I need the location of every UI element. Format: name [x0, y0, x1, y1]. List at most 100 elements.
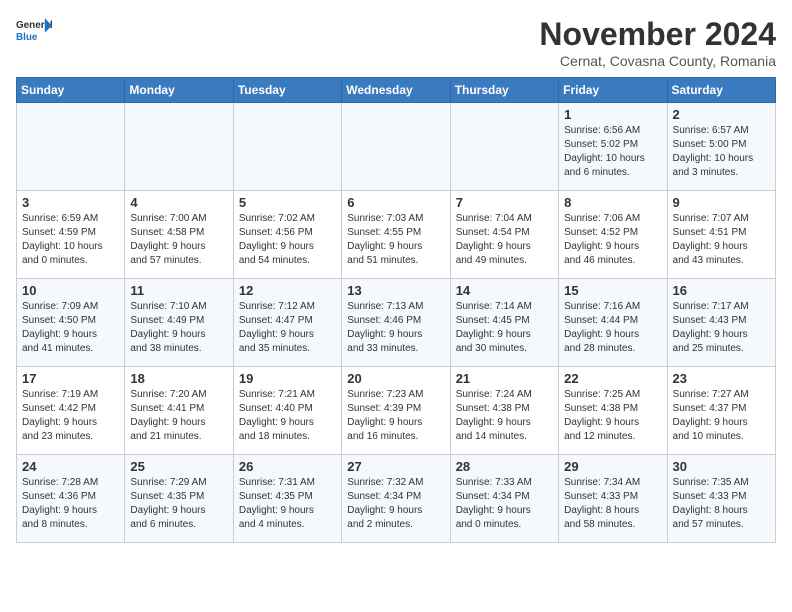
calendar-week-row: 1 Sunrise: 6:56 AM Sunset: 5:02 PM Daylig…	[17, 103, 776, 191]
day-info: Sunrise: 7:16 AM Sunset: 4:44 PM Dayligh…	[564, 300, 661, 356]
calendar-cell: 7 Sunrise: 7:04 AM Sunset: 4:54 PM Daylig…	[450, 191, 558, 279]
day-number: 1	[564, 107, 661, 122]
day-number: 11	[130, 283, 227, 298]
day-number: 3	[22, 195, 119, 210]
day-info: Sunrise: 7:10 AM Sunset: 4:49 PM Dayligh…	[130, 300, 227, 356]
calendar-cell: 23Sunrise: 7:27 AM Sunset: 4:37 PM Dayli…	[667, 367, 775, 455]
day-number: 22	[564, 371, 661, 386]
calendar-cell: 8 Sunrise: 7:06 AM Sunset: 4:52 PM Daylig…	[559, 191, 667, 279]
svg-text:Blue: Blue	[16, 32, 38, 43]
day-number: 7	[456, 195, 553, 210]
calendar-week-row: 24 Sunrise: 7:28 AM Sunset: 4:36 PM Dayli…	[17, 455, 776, 543]
day-number: 9	[673, 195, 770, 210]
calendar-cell: 10Sunrise: 7:09 AM Sunset: 4:50 PM Dayli…	[17, 279, 125, 367]
calendar-cell: 9 Sunrise: 7:07 AM Sunset: 4:51 PM Daylig…	[667, 191, 775, 279]
calendar-cell: 24 Sunrise: 7:28 AM Sunset: 4:36 PM Dayli…	[17, 455, 125, 543]
logo-icon: General Blue	[16, 16, 52, 44]
calendar-cell: 17 Sunrise: 7:19 AM Sunset: 4:42 PM Dayli…	[17, 367, 125, 455]
calendar-cell: 28 Sunrise: 7:33 AM Sunset: 4:34 PM Dayli…	[450, 455, 558, 543]
day-info: Sunrise: 7:33 AM Sunset: 4:34 PM Dayligh…	[456, 476, 553, 532]
weekday-header: Tuesday	[233, 78, 341, 103]
calendar-cell: 14Sunrise: 7:14 AM Sunset: 4:45 PM Dayli…	[450, 279, 558, 367]
day-info: Sunrise: 6:57 AM Sunset: 5:00 PM Dayligh…	[673, 124, 770, 180]
calendar-cell: 15 Sunrise: 7:16 AM Sunset: 4:44 PM Dayli…	[559, 279, 667, 367]
day-info: Sunrise: 7:06 AM Sunset: 4:52 PM Dayligh…	[564, 212, 661, 268]
location: Cernat, Covasna County, Romania	[539, 53, 776, 69]
calendar-cell: 12Sunrise: 7:12 AM Sunset: 4:47 PM Dayli…	[233, 279, 341, 367]
day-info: Sunrise: 7:28 AM Sunset: 4:36 PM Dayligh…	[22, 476, 119, 532]
calendar-cell	[17, 103, 125, 191]
day-info: Sunrise: 7:25 AM Sunset: 4:38 PM Dayligh…	[564, 388, 661, 444]
weekday-header: Saturday	[667, 78, 775, 103]
day-number: 10	[22, 283, 119, 298]
day-number: 28	[456, 459, 553, 474]
day-info: Sunrise: 7:34 AM Sunset: 4:33 PM Dayligh…	[564, 476, 661, 532]
day-number: 19	[239, 371, 336, 386]
day-number: 16	[673, 283, 770, 298]
calendar-cell: 25 Sunrise: 7:29 AM Sunset: 4:35 PM Dayli…	[125, 455, 233, 543]
day-info: Sunrise: 7:19 AM Sunset: 4:42 PM Dayligh…	[22, 388, 119, 444]
day-info: Sunrise: 7:04 AM Sunset: 4:54 PM Dayligh…	[456, 212, 553, 268]
day-info: Sunrise: 7:29 AM Sunset: 4:35 PM Dayligh…	[130, 476, 227, 532]
weekday-header: Thursday	[450, 78, 558, 103]
day-number: 24	[22, 459, 119, 474]
calendar-cell: 5 Sunrise: 7:02 AM Sunset: 4:56 PM Daylig…	[233, 191, 341, 279]
calendar-header-row: SundayMondayTuesdayWednesdayThursdayFrid…	[17, 78, 776, 103]
calendar-cell: 27 Sunrise: 7:32 AM Sunset: 4:34 PM Dayli…	[342, 455, 450, 543]
day-info: Sunrise: 7:03 AM Sunset: 4:55 PM Dayligh…	[347, 212, 444, 268]
day-number: 23	[673, 371, 770, 386]
day-info: Sunrise: 7:17 AM Sunset: 4:43 PM Dayligh…	[673, 300, 770, 356]
page-header: General Blue November 2024 Cernat, Covas…	[16, 16, 776, 69]
calendar-cell: 16 Sunrise: 7:17 AM Sunset: 4:43 PM Dayli…	[667, 279, 775, 367]
calendar-cell: 19Sunrise: 7:21 AM Sunset: 4:40 PM Dayli…	[233, 367, 341, 455]
day-number: 20	[347, 371, 444, 386]
calendar-cell	[125, 103, 233, 191]
day-info: Sunrise: 7:00 AM Sunset: 4:58 PM Dayligh…	[130, 212, 227, 268]
day-number: 26	[239, 459, 336, 474]
calendar-cell: 30Sunrise: 7:35 AM Sunset: 4:33 PM Dayli…	[667, 455, 775, 543]
day-number: 12	[239, 283, 336, 298]
day-number: 15	[564, 283, 661, 298]
calendar-cell	[233, 103, 341, 191]
day-number: 8	[564, 195, 661, 210]
day-info: Sunrise: 7:20 AM Sunset: 4:41 PM Dayligh…	[130, 388, 227, 444]
calendar-cell: 26Sunrise: 7:31 AM Sunset: 4:35 PM Dayli…	[233, 455, 341, 543]
day-info: Sunrise: 6:59 AM Sunset: 4:59 PM Dayligh…	[22, 212, 119, 268]
day-number: 18	[130, 371, 227, 386]
calendar-cell: 20 Sunrise: 7:23 AM Sunset: 4:39 PM Dayli…	[342, 367, 450, 455]
day-info: Sunrise: 6:56 AM Sunset: 5:02 PM Dayligh…	[564, 124, 661, 180]
calendar-cell: 1 Sunrise: 6:56 AM Sunset: 5:02 PM Daylig…	[559, 103, 667, 191]
day-info: Sunrise: 7:24 AM Sunset: 4:38 PM Dayligh…	[456, 388, 553, 444]
weekday-header: Monday	[125, 78, 233, 103]
calendar-cell: 22 Sunrise: 7:25 AM Sunset: 4:38 PM Dayli…	[559, 367, 667, 455]
calendar-week-row: 3 Sunrise: 6:59 AM Sunset: 4:59 PM Daylig…	[17, 191, 776, 279]
weekday-header: Friday	[559, 78, 667, 103]
logo: General Blue	[16, 16, 52, 44]
calendar-cell: 3 Sunrise: 6:59 AM Sunset: 4:59 PM Daylig…	[17, 191, 125, 279]
day-number: 13	[347, 283, 444, 298]
day-number: 17	[22, 371, 119, 386]
calendar-cell: 13Sunrise: 7:13 AM Sunset: 4:46 PM Dayli…	[342, 279, 450, 367]
day-info: Sunrise: 7:23 AM Sunset: 4:39 PM Dayligh…	[347, 388, 444, 444]
day-info: Sunrise: 7:02 AM Sunset: 4:56 PM Dayligh…	[239, 212, 336, 268]
calendar-cell: 2 Sunrise: 6:57 AM Sunset: 5:00 PM Daylig…	[667, 103, 775, 191]
day-info: Sunrise: 7:14 AM Sunset: 4:45 PM Dayligh…	[456, 300, 553, 356]
calendar-cell: 11 Sunrise: 7:10 AM Sunset: 4:49 PM Dayli…	[125, 279, 233, 367]
day-number: 30	[673, 459, 770, 474]
day-number: 5	[239, 195, 336, 210]
day-number: 27	[347, 459, 444, 474]
calendar-cell: 6 Sunrise: 7:03 AM Sunset: 4:55 PM Daylig…	[342, 191, 450, 279]
calendar-body: 1 Sunrise: 6:56 AM Sunset: 5:02 PM Daylig…	[17, 103, 776, 543]
calendar-cell	[450, 103, 558, 191]
day-info: Sunrise: 7:07 AM Sunset: 4:51 PM Dayligh…	[673, 212, 770, 268]
weekday-header: Sunday	[17, 78, 125, 103]
calendar-cell: 18 Sunrise: 7:20 AM Sunset: 4:41 PM Dayli…	[125, 367, 233, 455]
calendar-cell: 21Sunrise: 7:24 AM Sunset: 4:38 PM Dayli…	[450, 367, 558, 455]
day-number: 2	[673, 107, 770, 122]
calendar-week-row: 17 Sunrise: 7:19 AM Sunset: 4:42 PM Dayli…	[17, 367, 776, 455]
day-number: 6	[347, 195, 444, 210]
day-info: Sunrise: 7:32 AM Sunset: 4:34 PM Dayligh…	[347, 476, 444, 532]
calendar-cell: 4Sunrise: 7:00 AM Sunset: 4:58 PM Daylig…	[125, 191, 233, 279]
day-number: 25	[130, 459, 227, 474]
day-number: 29	[564, 459, 661, 474]
